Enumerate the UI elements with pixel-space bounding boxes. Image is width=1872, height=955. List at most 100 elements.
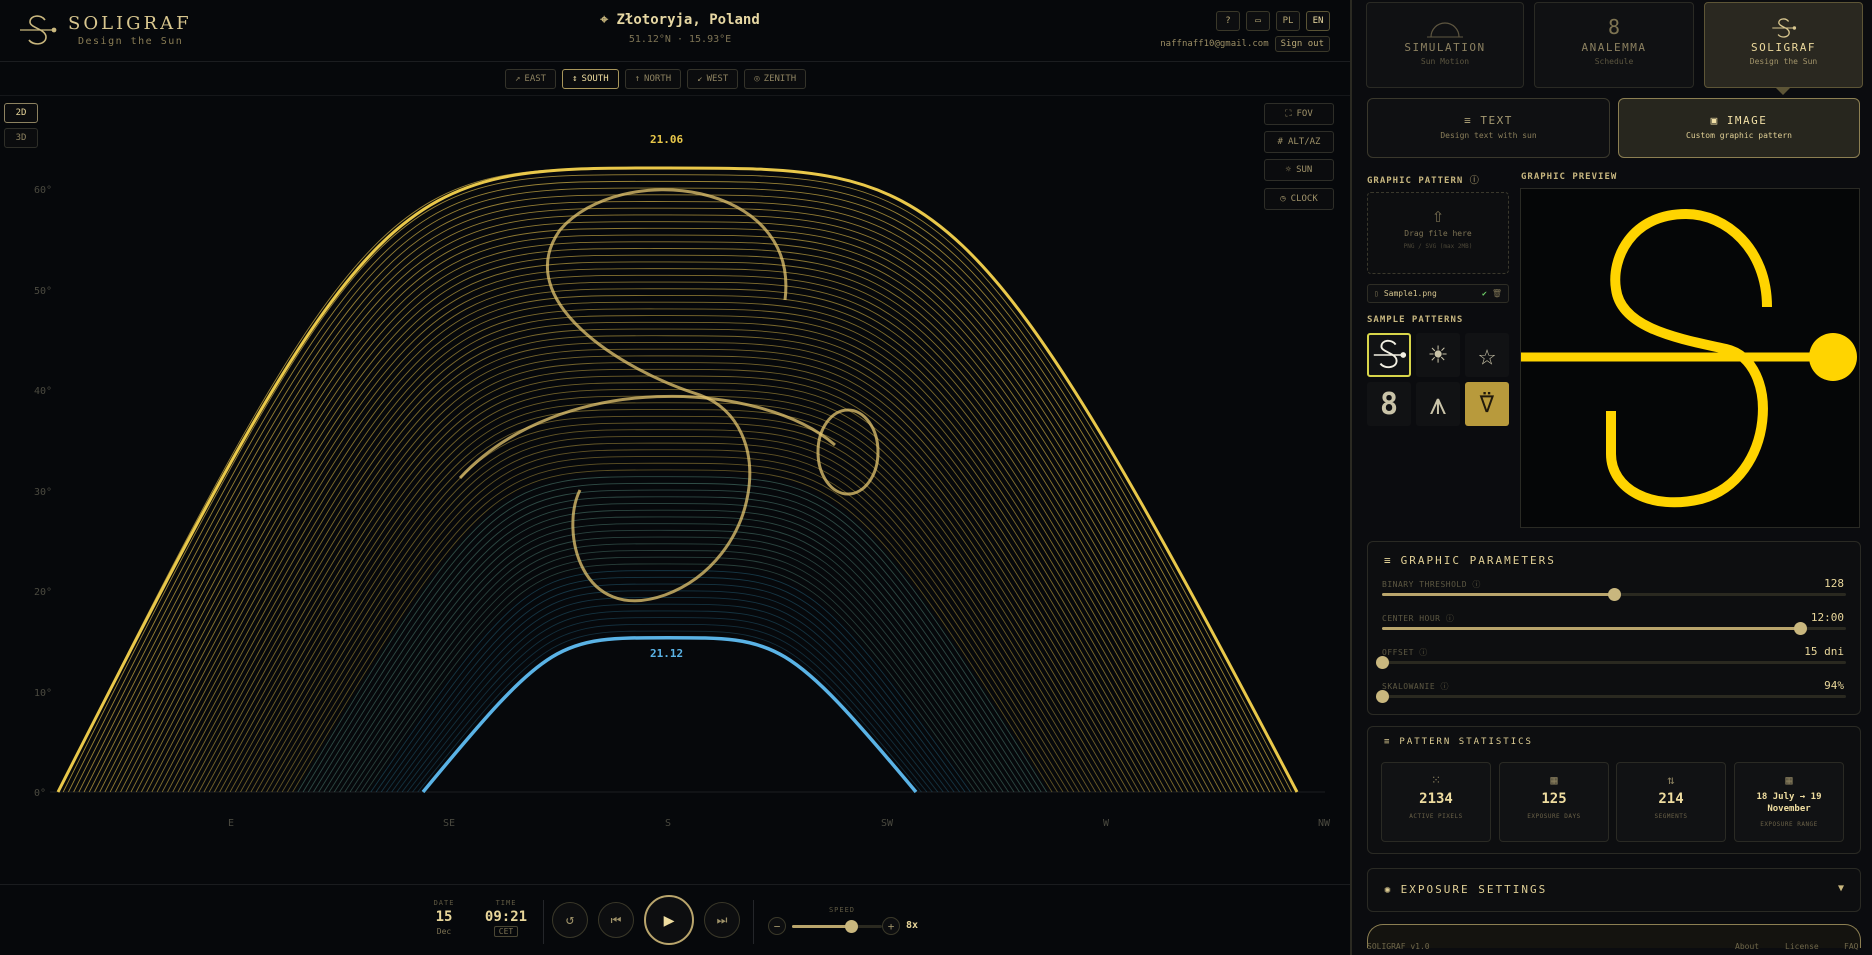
sample-patterns-title: SAMPLE PATTERNS — [1367, 315, 1464, 325]
calendar-icon: ▦ — [1550, 773, 1558, 787]
tab-simulation[interactable]: SIMULATION Sun Motion — [1366, 2, 1524, 88]
sample-star[interactable]: ☆ — [1465, 333, 1509, 377]
soligraf-logo-icon — [1373, 339, 1407, 369]
info-icon[interactable]: ⓘ — [1446, 614, 1455, 623]
divider — [543, 900, 544, 944]
tab-analemma[interactable]: 8 ANALEMMA Schedule — [1534, 2, 1694, 88]
winter-peak-label: 21.12 — [650, 647, 684, 660]
sun-icon: ☀ — [1428, 337, 1448, 373]
slider-thumb[interactable] — [1608, 588, 1621, 601]
param-value: 128 — [1824, 577, 1844, 590]
reset-button[interactable]: ↺ — [552, 902, 588, 938]
param-offset: OFFSET ⓘ 15 dni — [1376, 645, 1846, 677]
sample-sun[interactable]: ☀ — [1416, 333, 1460, 377]
grid-icon: ⁙ — [1430, 773, 1442, 787]
menu-icon: ≡ — [1384, 554, 1393, 567]
speed-slider[interactable] — [792, 920, 882, 933]
chevron-down-icon: ▼ — [1837, 883, 1844, 894]
section-label: GRAPHIC PATTERN — [1367, 176, 1464, 186]
sample-compass[interactable]: ⩚ — [1416, 382, 1460, 426]
footer-faq-link[interactable]: FAQ — [1844, 942, 1858, 951]
soligraf-icon — [1771, 18, 1796, 38]
slider-thumb[interactable] — [1793, 622, 1807, 635]
file-dropzone[interactable]: ⇧ Drag file here PNG / SVG (max 2MB) — [1367, 192, 1509, 274]
pattern-sun-disc — [816, 408, 880, 496]
date-day: 15 — [435, 909, 453, 925]
info-icon[interactable]: ⓘ — [1472, 580, 1481, 589]
step-forward-button[interactable]: ⏭ — [704, 902, 740, 938]
trash-icon[interactable]: 🗑 — [1492, 289, 1502, 298]
upload-icon: ⇧ — [1431, 203, 1445, 227]
info-icon[interactable]: ⓘ — [1441, 682, 1450, 691]
date-month: Dec — [436, 927, 452, 936]
tab-subtitle: Design the Sun — [1749, 57, 1818, 66]
tab-subtitle: Custom graphic pattern — [1686, 131, 1792, 140]
speed-down-button[interactable]: − — [768, 917, 786, 935]
x-tick: S — [665, 818, 672, 829]
graphic-pattern-title: GRAPHIC PATTERN ⓘ — [1367, 173, 1480, 186]
speed-thumb[interactable] — [844, 920, 858, 933]
daily-sun-path — [182, 328, 1167, 793]
pattern-preview-image — [1521, 208, 1857, 508]
time-display[interactable]: TIME 09:21 CET — [482, 899, 530, 937]
image-icon: ▣ — [1710, 114, 1727, 127]
cat-face-icon: ⍢ — [1479, 390, 1495, 418]
slider-track[interactable] — [1382, 622, 1846, 635]
daily-sun-path — [365, 563, 977, 793]
slider-track[interactable] — [1376, 690, 1846, 703]
info-icon[interactable]: ⓘ — [1419, 648, 1428, 657]
param-value: 15 dni — [1804, 645, 1844, 658]
sample-soligraf[interactable] — [1367, 333, 1411, 377]
sun-path-chart[interactable] — [0, 0, 1350, 860]
date-label: DATE — [433, 899, 455, 907]
daily-sun-path — [339, 529, 1004, 793]
sample-cat[interactable]: ⍢ — [1465, 382, 1509, 426]
check-icon: ✔ — [1482, 289, 1487, 298]
time-value: 09:21 — [484, 909, 528, 925]
play-button[interactable]: ▶ — [644, 895, 694, 945]
compass-icon: ⩚ — [1429, 386, 1447, 422]
stat-value: 125 — [1541, 791, 1567, 807]
stat-label: EXPOSURE DAYS — [1527, 813, 1581, 820]
exposure-settings-panel[interactable]: ✺ EXPOSURE SETTINGS ▼ — [1367, 868, 1861, 912]
tab-title: IMAGE — [1726, 114, 1768, 127]
minus-icon: − — [773, 919, 781, 933]
footer-license-link[interactable]: License — [1785, 942, 1819, 951]
menu-icon: ≡ — [1384, 737, 1392, 747]
speed-up-button[interactable]: + — [882, 917, 900, 935]
speed-value: 8x — [906, 920, 919, 931]
param-label: OFFSET — [1382, 648, 1414, 657]
footer-about-link[interactable]: About — [1735, 942, 1759, 951]
stat-value: 2134 — [1419, 791, 1453, 807]
param-label: CENTER HOUR — [1382, 614, 1441, 623]
tab-title: TEXT — [1480, 114, 1513, 127]
x-tick: E — [228, 818, 235, 829]
daily-sun-path — [151, 288, 1200, 793]
stat-value: 18 July → 19 November — [1756, 792, 1822, 814]
tab-image[interactable]: ▣ IMAGE Custom graphic pattern — [1618, 98, 1860, 158]
file-icon: ▯ — [1374, 289, 1379, 298]
tab-soligraf[interactable]: SOLIGRAF Design the Sun — [1704, 2, 1863, 88]
daily-sun-path — [276, 449, 1069, 793]
info-icon[interactable]: ⓘ — [1470, 176, 1480, 186]
sun-horizon-icon — [1427, 22, 1463, 38]
step-back-button[interactable]: ⏮ — [598, 902, 634, 938]
daily-sun-path — [396, 603, 944, 793]
sample-eight[interactable]: 8 — [1367, 382, 1411, 426]
graphic-preview — [1520, 188, 1860, 528]
star-icon: ☆ — [1477, 337, 1497, 373]
param-center-hour: CENTER HOUR ⓘ 12:00 — [1382, 611, 1846, 643]
winter-solstice-path — [421, 635, 918, 794]
slider-thumb[interactable] — [1376, 656, 1389, 669]
play-icon: ▶ — [663, 909, 675, 931]
tab-text[interactable]: ≡ TEXT Design text with sun — [1367, 98, 1610, 158]
pattern-bar — [458, 394, 836, 480]
stat-label: ACTIVE PIXELS — [1409, 813, 1463, 820]
slider-thumb[interactable] — [1376, 690, 1389, 703]
date-display[interactable]: DATE 15 Dec — [428, 899, 460, 936]
divider — [753, 900, 754, 944]
x-tick: SW — [881, 818, 894, 829]
footer-version: SOLIGRAF v1.0 — [1367, 942, 1430, 951]
slider-track[interactable] — [1382, 588, 1846, 601]
slider-track[interactable] — [1376, 656, 1846, 669]
